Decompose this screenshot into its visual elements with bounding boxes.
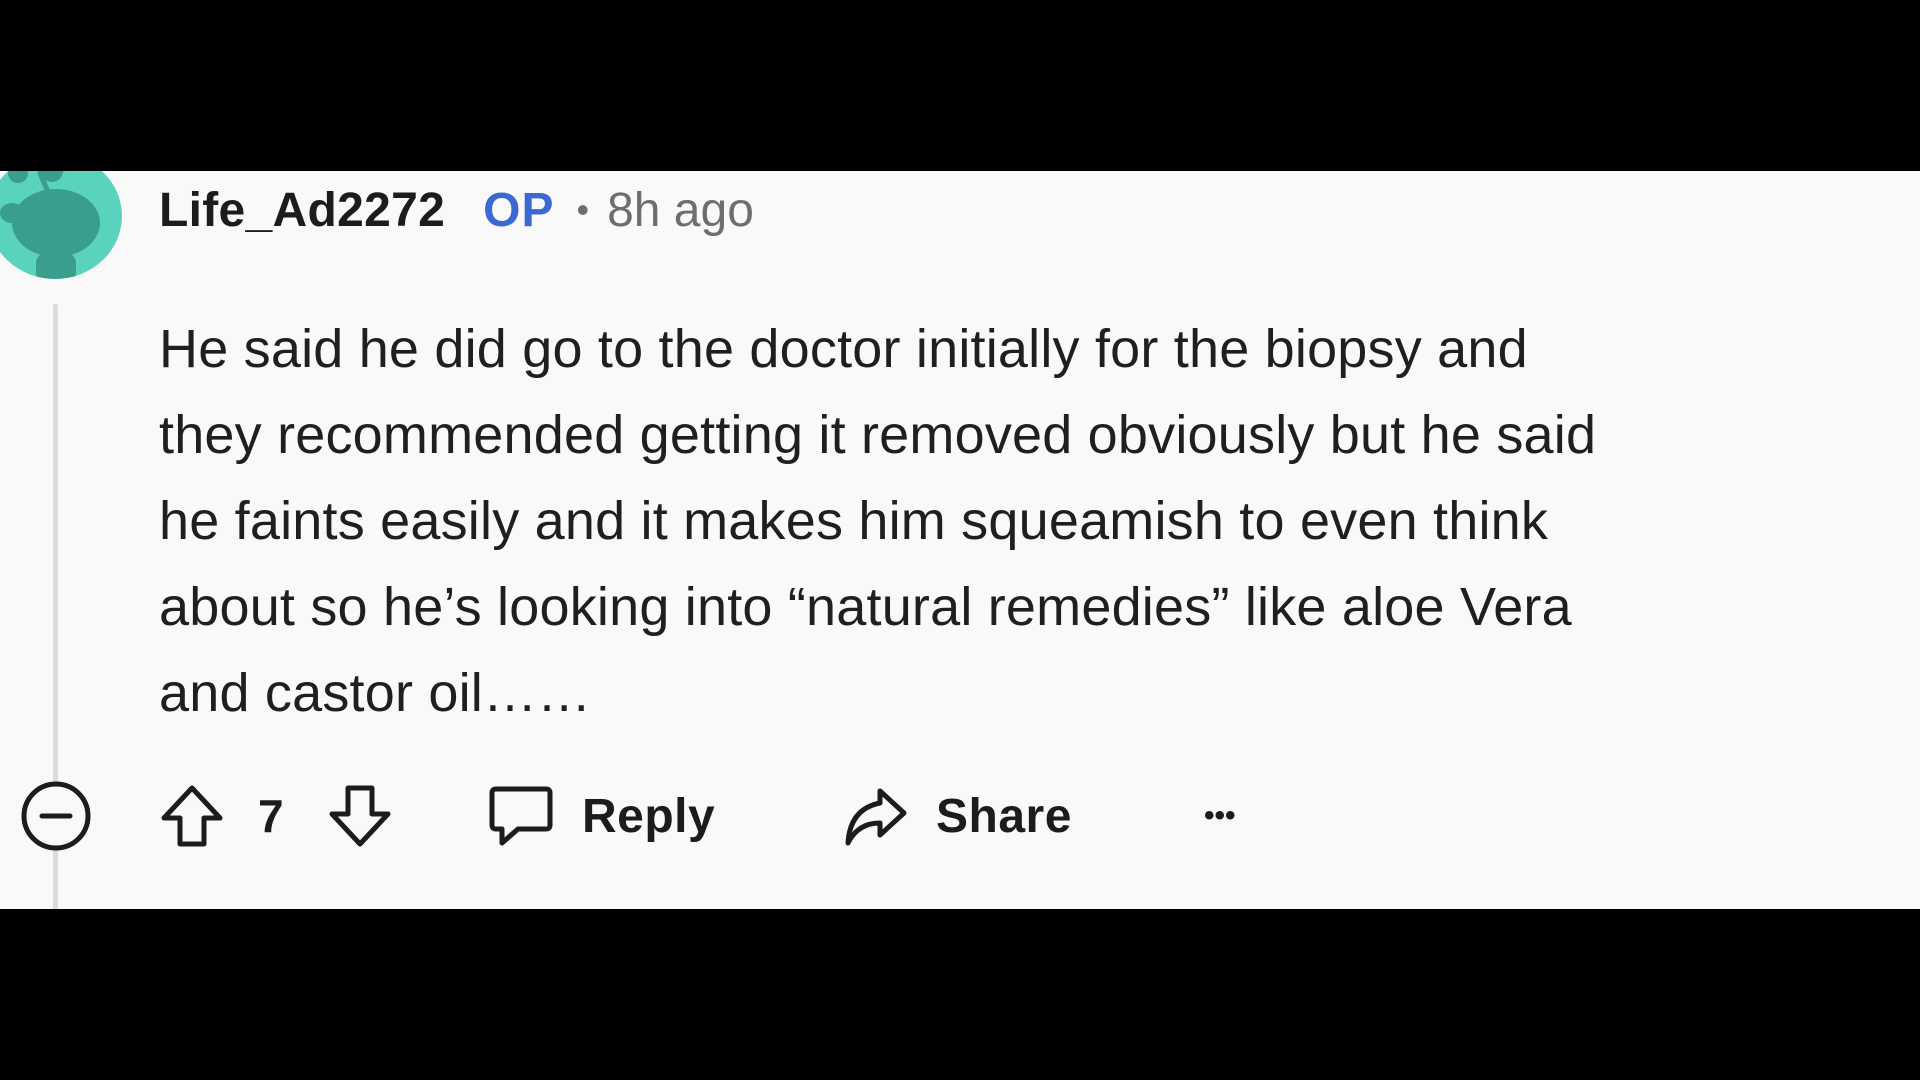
downvote-icon [329,785,391,847]
snoo-avatar-icon [0,171,100,279]
collapse-icon [21,781,91,851]
comment-icon [489,786,553,846]
more-icon: ••• [1204,799,1236,832]
more-options-button[interactable]: ••• [1204,761,1236,871]
vote-count: 7 [258,761,284,871]
comment-meta: Life_Ad2272 OP • 8h ago [159,175,754,245]
comment-actions: 7 Reply Share ••• [0,761,1920,871]
collapse-button[interactable] [18,761,94,871]
share-button[interactable]: Share [842,761,1072,871]
comment-body-line: He said he did go to the doctor initiall… [159,319,1528,379]
upvote-button[interactable] [158,761,226,871]
meta-separator: • [576,189,590,230]
comment-body-line: about so he’s looking into “natural reme… [159,577,1572,637]
downvote-button[interactable] [326,761,394,871]
timestamp[interactable]: 8h ago [607,183,754,238]
op-badge: OP [483,183,555,237]
upvote-icon [161,785,223,847]
username-link[interactable]: Life_Ad2272 [159,183,445,238]
comment-body: He said he did go to the doctor initiall… [159,306,1899,736]
reply-button[interactable]: Reply [488,761,715,871]
comment-body-line: he faints easily and it makes him squeam… [159,491,1549,551]
next-comment-avatar-edge [168,899,224,909]
comment-body-line: and castor oil…… [159,663,592,723]
share-label: Share [936,789,1072,843]
vote-count-label: 7 [258,790,284,842]
share-icon [845,788,907,846]
avatar[interactable] [0,171,122,279]
comment-card: Life_Ad2272 OP • 8h ago He said he did g… [0,171,1920,909]
reply-label: Reply [582,789,716,843]
comment-body-line: they recommended getting it removed obvi… [159,405,1597,465]
